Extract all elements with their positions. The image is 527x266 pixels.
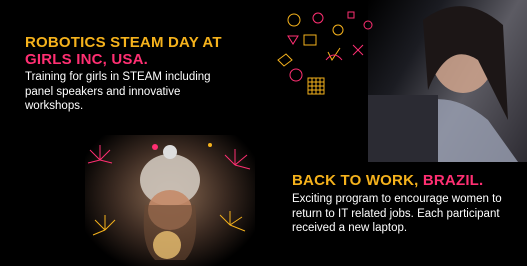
woman-portrait-icon — [368, 6, 518, 162]
title-part-yellow: ROBOTICS STEAM DAY AT — [25, 34, 222, 51]
card-title: ROBOTICS STEAM DAY AT GIRLS INC, USA. — [25, 34, 250, 68]
woman-at-laptop-photo — [368, 0, 527, 162]
title-part-pink: BRAZIL. — [422, 172, 484, 189]
fireworks-icon — [87, 143, 251, 260]
card-description: Training for girls in STEAM including pa… — [25, 71, 211, 112]
tech-doodle-icon — [277, 11, 373, 95]
title-part-yellow: BACK TO WORK, — [292, 172, 423, 189]
card-robotics-steam-day: ROBOTICS STEAM DAY AT GIRLS INC, USA. Tr… — [0, 0, 265, 266]
card-back-to-work-brazil: BACK TO WORK, BRAZIL. Exciting program t… — [268, 0, 527, 266]
title-part-pink: GIRLS INC, USA. — [25, 51, 149, 68]
card-description: Exciting program to encourage women to r… — [292, 193, 502, 234]
girl-with-sparkler-photo — [85, 135, 255, 266]
card-title: BACK TO WORK, BRAZIL. — [292, 172, 522, 189]
